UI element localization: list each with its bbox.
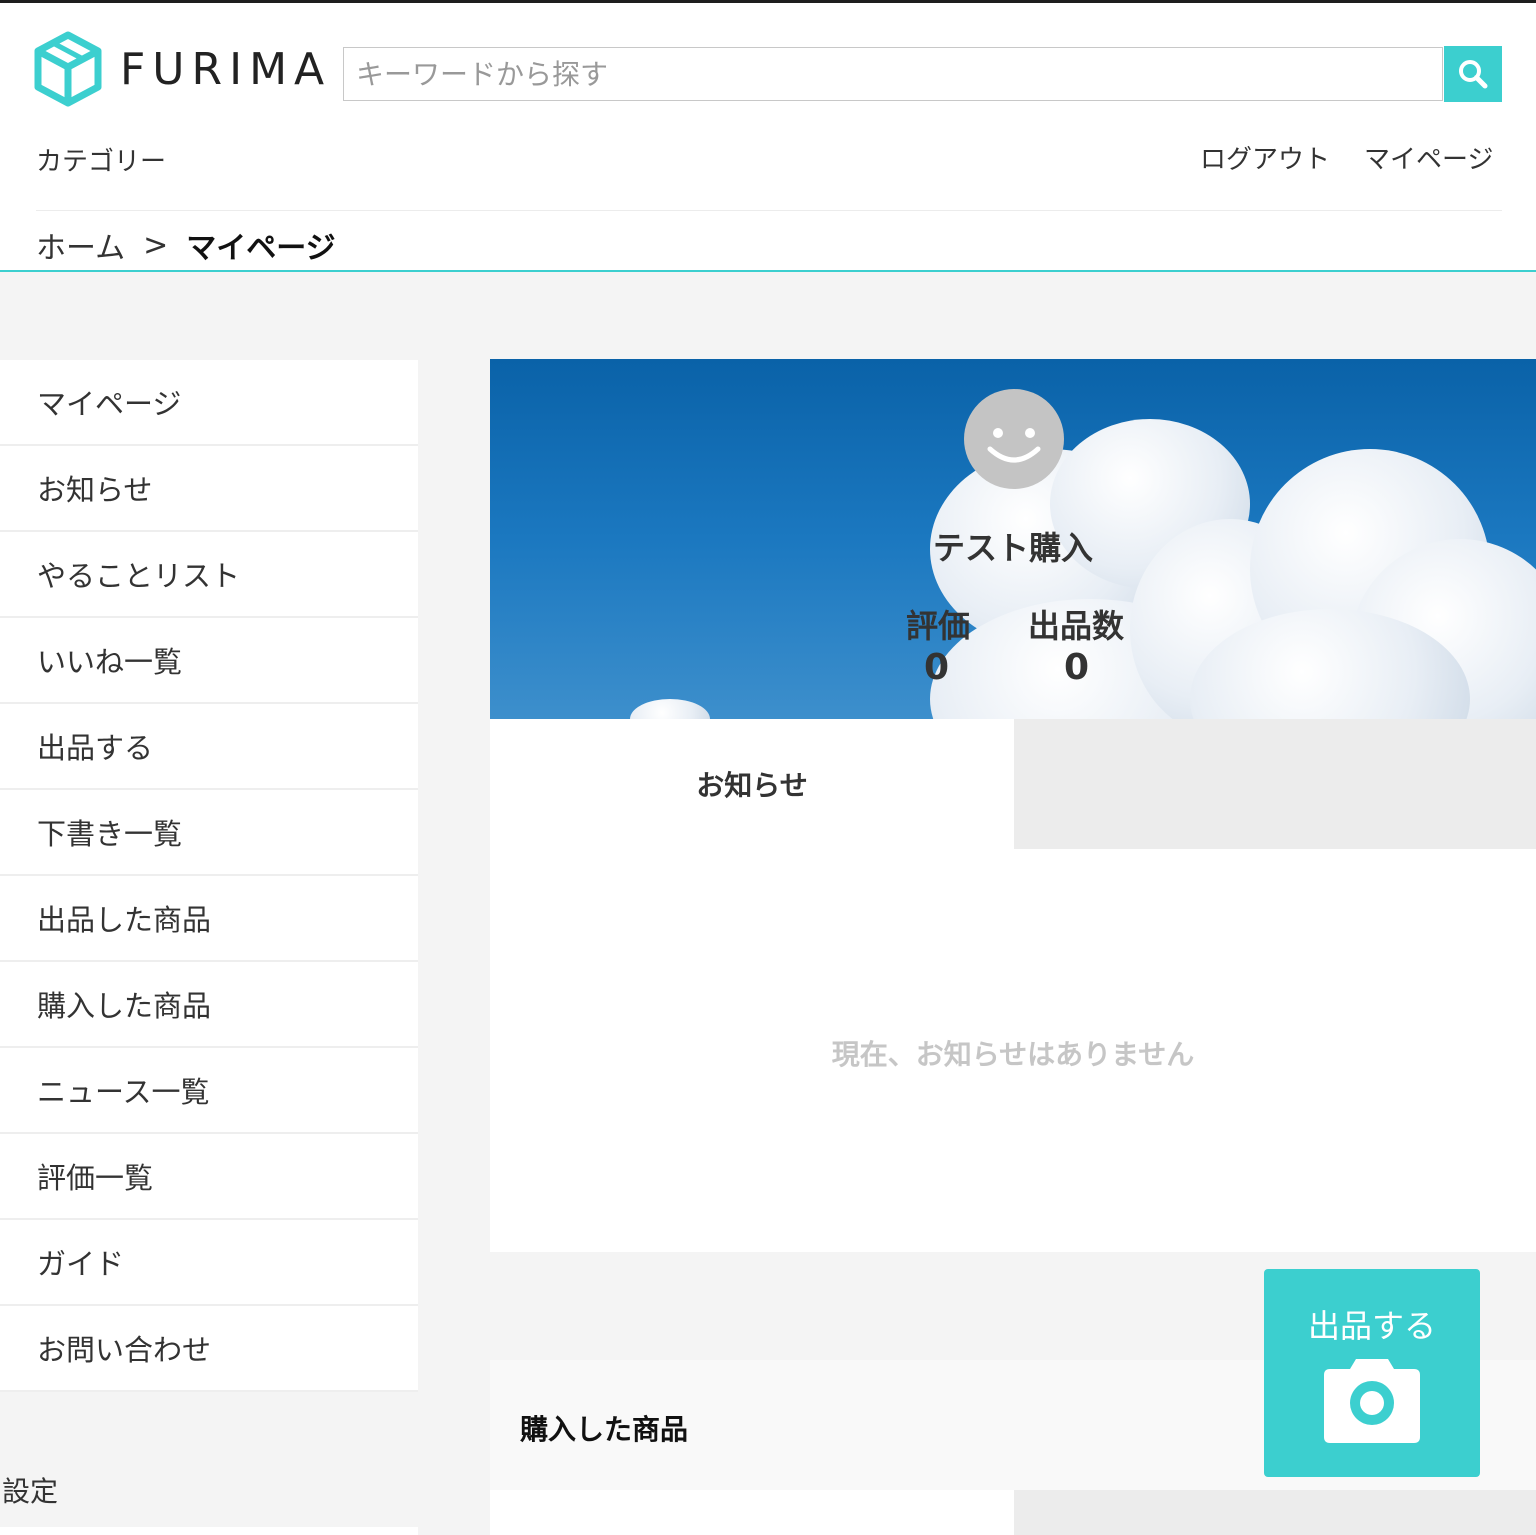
rating-value: 0 bbox=[924, 647, 950, 688]
sidebar-item-reviews[interactable]: 評価一覧 bbox=[0, 1134, 418, 1220]
search-icon bbox=[1459, 60, 1488, 89]
purchased-tab-active[interactable] bbox=[490, 1490, 1014, 1535]
search-input[interactable] bbox=[343, 47, 1443, 101]
sidebar-settings-heading: 設定 bbox=[2, 1475, 59, 1508]
profile-banner: テスト購入 評価 0 出品数 0 bbox=[490, 359, 1536, 719]
avatar[interactable] bbox=[964, 389, 1064, 489]
sell-button-label: 出品する bbox=[1307, 1307, 1436, 1345]
sidebar-settings-item[interactable] bbox=[0, 1527, 418, 1535]
logo-cube-icon bbox=[34, 31, 102, 107]
notice-empty-message: 現在、お知らせはありません bbox=[831, 1038, 1195, 1071]
sidebar-item-purchased[interactable]: 購入した商品 bbox=[0, 962, 418, 1048]
mypage-link[interactable]: マイページ bbox=[1364, 139, 1493, 176]
rating-label: 評価 bbox=[906, 607, 971, 645]
header-divider bbox=[36, 210, 1502, 211]
sidebar-item-drafts[interactable]: 下書き一覧 bbox=[0, 790, 418, 876]
notice-tabs: お知らせ bbox=[490, 719, 1536, 849]
sidebar-item-likes[interactable]: いいね一覧 bbox=[0, 618, 418, 704]
logo-text: FURIMA bbox=[120, 43, 332, 95]
breadcrumb: ホーム > マイページ bbox=[36, 223, 336, 267]
purchased-tab-inactive[interactable] bbox=[1014, 1490, 1536, 1535]
header: FURIMA カテゴリー ログアウト マイページ ホーム > マイページ bbox=[0, 0, 1536, 272]
notice-panel: 現在、お知らせはありません bbox=[490, 849, 1536, 1252]
category-menu[interactable]: カテゴリー bbox=[36, 141, 166, 178]
breadcrumb-current: マイページ bbox=[186, 231, 336, 266]
logo[interactable]: FURIMA bbox=[34, 31, 331, 107]
tab-secondary[interactable] bbox=[1014, 719, 1536, 849]
smiley-icon bbox=[987, 428, 1041, 463]
sell-button[interactable]: 出品する bbox=[1264, 1269, 1480, 1477]
breadcrumb-separator: > bbox=[143, 227, 169, 263]
banner-cloud bbox=[630, 699, 710, 719]
listings-label: 出品数 bbox=[1028, 607, 1125, 645]
sidebar-item-notifications[interactable]: お知らせ bbox=[0, 446, 418, 532]
sidebar-item-listed[interactable]: 出品した商品 bbox=[0, 876, 418, 962]
purchased-title: 購入した商品 bbox=[520, 1413, 689, 1446]
sidebar-item-contact[interactable]: お問い合わせ bbox=[0, 1306, 418, 1392]
sidebar-item-news[interactable]: ニュース一覧 bbox=[0, 1048, 418, 1134]
sidebar: マイページ お知らせ やることリスト いいね一覧 出品する 下書き一覧 出品した… bbox=[0, 360, 418, 1392]
sidebar-item-sell[interactable]: 出品する bbox=[0, 704, 418, 790]
user-name: テスト購入 bbox=[932, 529, 1093, 567]
listings-value: 0 bbox=[1064, 647, 1090, 688]
camera-icon bbox=[1324, 1359, 1420, 1443]
sidebar-item-guide[interactable]: ガイド bbox=[0, 1220, 418, 1306]
sidebar-item-todo[interactable]: やることリスト bbox=[0, 532, 418, 618]
sidebar-item-mypage[interactable]: マイページ bbox=[0, 360, 418, 446]
tab-notifications[interactable]: お知らせ bbox=[490, 719, 1014, 849]
search-button[interactable] bbox=[1444, 46, 1502, 102]
breadcrumb-home[interactable]: ホーム bbox=[36, 223, 125, 267]
logout-link[interactable]: ログアウト bbox=[1200, 139, 1330, 176]
